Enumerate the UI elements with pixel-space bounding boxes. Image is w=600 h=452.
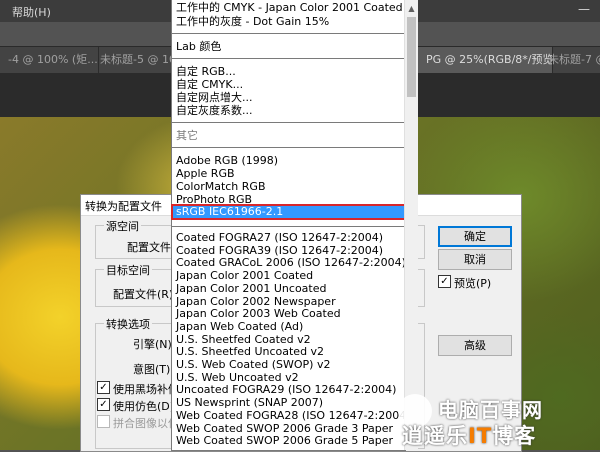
preview-checkbox[interactable]: ✓ xyxy=(438,275,451,288)
list-header-other: 其它 xyxy=(176,129,198,142)
checkmark-icon: ✓ xyxy=(99,382,108,393)
list-item[interactable]: US Newsprint (SNAP 2007) xyxy=(176,397,323,409)
list-item[interactable]: Web Coated SWOP 2006 Grade 5 Paper xyxy=(176,435,393,447)
black-point-label: 使用黑场补偿 xyxy=(113,383,179,396)
doc-tab-active[interactable]: PG @ 25%(RGB/8*/预览)× xyxy=(418,47,553,73)
list-item[interactable]: Adobe RGB (1998) xyxy=(176,155,278,167)
highlight-annotation-box xyxy=(171,204,406,220)
list-item[interactable]: ColorMatch RGB xyxy=(176,181,266,193)
separator xyxy=(172,122,405,123)
list-item[interactable]: Japan Web Coated (Ad) xyxy=(176,320,303,333)
profile-dropdown-list: 工作中的 CMYK - Japan Color 2001 Coated 工作中的… xyxy=(171,0,406,451)
list-item[interactable]: U.S. Sheetfed Uncoated v2 xyxy=(176,346,324,358)
ok-button[interactable]: 确定 xyxy=(438,226,512,247)
minimize-button[interactable]: — xyxy=(578,2,590,16)
checkmark-icon: ✓ xyxy=(99,399,108,410)
source-space-label: 源空间 xyxy=(104,218,141,234)
list-item[interactable]: 自定 CMYK... xyxy=(176,79,243,91)
list-item[interactable]: Japan Color 2001 Coated xyxy=(176,270,313,282)
list-item[interactable]: Coated FOGRA39 (ISO 12647-2:2004) xyxy=(176,244,383,257)
advanced-button[interactable]: 高级 xyxy=(438,335,512,356)
preview-label: 预览(P) xyxy=(454,277,492,290)
list-item[interactable]: Uncoated FOGRA29 (ISO 12647-2:2004) xyxy=(176,384,396,396)
engine-label: 引擎(N): xyxy=(133,338,176,351)
list-item[interactable]: Coated FOGRA27 (ISO 12647-2:2004) xyxy=(176,232,383,244)
list-item[interactable]: Japan Color 2003 Web Coated xyxy=(176,308,341,320)
target-profile-label: 配置文件(R): xyxy=(113,288,177,301)
separator xyxy=(172,226,405,227)
doc-tab-label: -4 @ 100% (矩... xyxy=(8,53,98,66)
watermark: 电脑百事网 逍遥乐IT博客 xyxy=(398,392,598,448)
watermark-line1: 电脑百事网 xyxy=(438,398,543,422)
intent-label: 意图(T): xyxy=(133,363,175,376)
watermark-line2: 逍遥乐IT博客 xyxy=(402,420,536,450)
list-item[interactable]: Web Coated SWOP 2006 Grade 3 Paper xyxy=(176,422,393,435)
flatten-checkbox[interactable] xyxy=(97,415,110,428)
dither-label: 使用仿色(D) xyxy=(113,400,175,413)
dither-checkbox[interactable]: ✓ xyxy=(97,398,110,411)
separator xyxy=(172,58,405,59)
list-item[interactable]: 工作中的 CMYK - Japan Color 2001 Coated xyxy=(176,2,403,14)
black-point-checkbox[interactable]: ✓ xyxy=(97,381,110,394)
separator xyxy=(172,33,405,34)
list-item[interactable]: U.S. Web Uncoated v2 xyxy=(176,371,299,384)
doc-tab-label: 未标题-7 @ xyxy=(548,53,600,66)
dialog-title: 转换为配置文件 xyxy=(85,200,162,213)
conversion-options-label: 转换选项 xyxy=(104,316,152,332)
dropdown-scrollbar[interactable]: ▲ xyxy=(404,0,418,450)
doc-tab-label: PG @ 25%(RGB/8*/预览) xyxy=(426,53,553,66)
watermark-suffix: 博客 xyxy=(492,424,537,448)
list-item[interactable]: Web Coated FOGRA28 (ISO 12647-2:2004) xyxy=(176,409,405,422)
watermark-it: IT xyxy=(468,424,493,448)
list-item[interactable]: Lab 颜色 xyxy=(176,41,221,53)
list-item[interactable]: 自定 RGB... xyxy=(176,66,236,78)
menu-help[interactable]: 帮助(H) xyxy=(12,4,51,20)
list-item[interactable]: Apple RGB xyxy=(176,168,235,180)
source-profile-label: 配置文件: xyxy=(127,241,175,254)
watermark-prefix: 逍遥乐 xyxy=(402,424,468,448)
cancel-button[interactable]: 取消 xyxy=(438,249,512,270)
doc-tab[interactable]: -4 @ 100% (矩...× xyxy=(0,47,99,73)
checkmark-icon: ✓ xyxy=(440,276,449,287)
list-item[interactable]: U.S. Web Coated (SWOP) v2 xyxy=(176,359,330,371)
scroll-up-arrow-icon[interactable]: ▲ xyxy=(405,0,418,17)
doc-tab[interactable]: 未标题-7 @ xyxy=(540,47,600,73)
list-item[interactable]: 自定灰度系数... xyxy=(176,105,253,117)
list-item[interactable]: U.S. Sheetfed Coated v2 xyxy=(176,333,311,346)
separator xyxy=(172,147,405,148)
list-item[interactable]: Japan Color 2001 Uncoated xyxy=(176,282,327,295)
list-item[interactable]: 自定网点增大... xyxy=(176,92,253,104)
list-item[interactable]: Japan Color 2002 Newspaper xyxy=(176,295,336,308)
list-item[interactable]: Coated GRACoL 2006 (ISO 12647-2:2004) xyxy=(176,257,405,269)
list-item[interactable]: 工作中的灰度 - Dot Gain 15% xyxy=(176,16,329,28)
scroll-thumb[interactable] xyxy=(407,17,416,97)
target-space-label: 目标空间 xyxy=(104,262,152,278)
flatten-label: 拼合图像以保 xyxy=(113,417,179,430)
